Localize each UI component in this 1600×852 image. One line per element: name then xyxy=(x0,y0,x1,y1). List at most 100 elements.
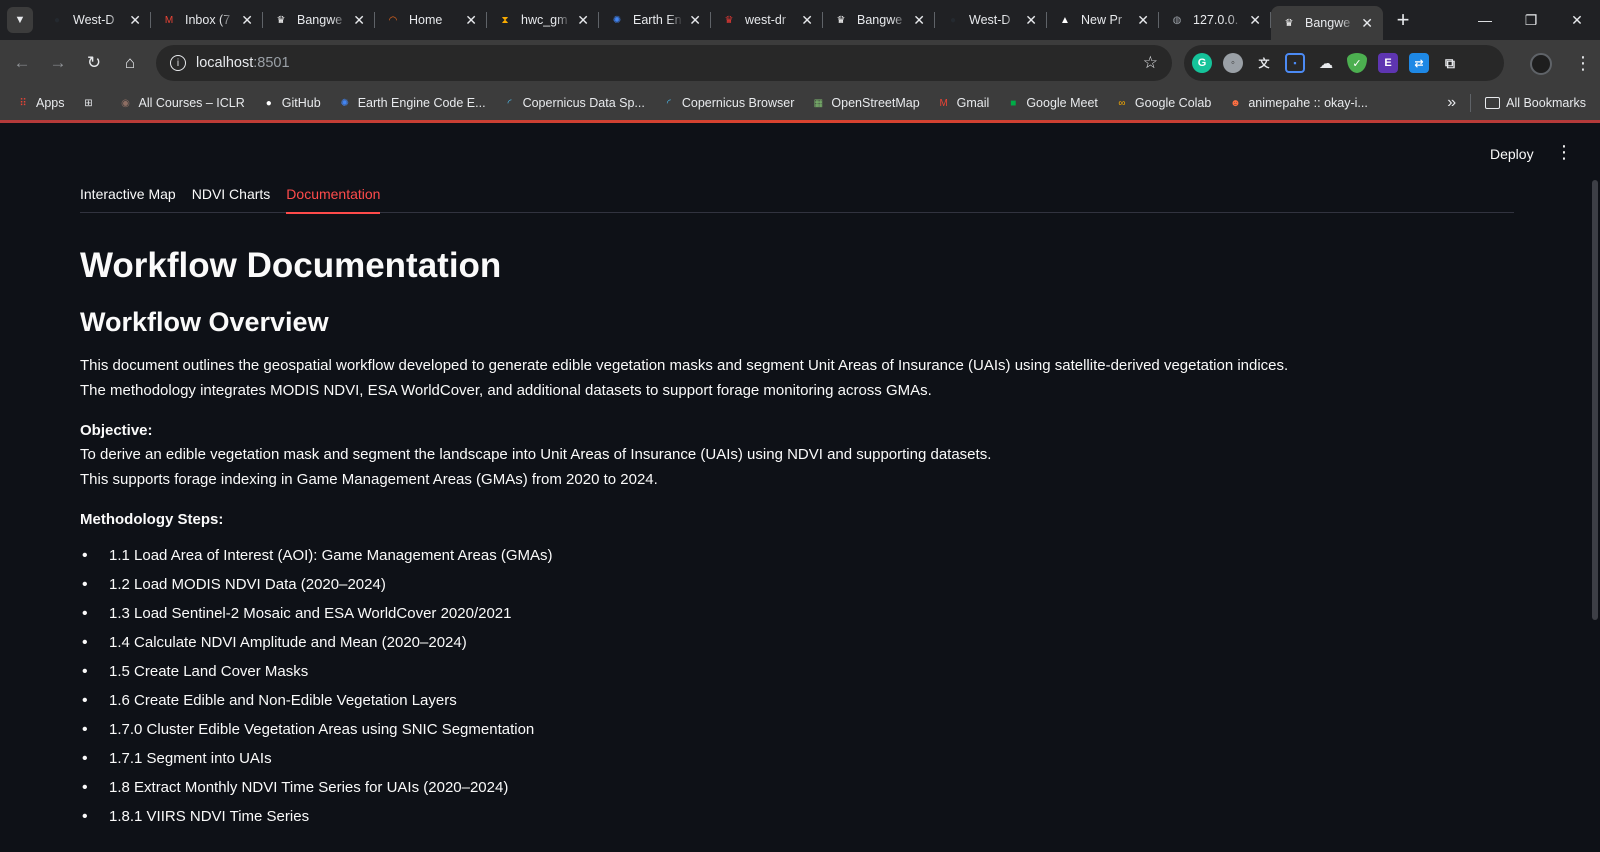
intro-paragraph: This document outlines the geospatial wo… xyxy=(80,354,1480,403)
crown-icon: ♛ xyxy=(276,14,286,26)
browser-tab[interactable]: ▲ New Pr ✕ xyxy=(1047,0,1159,40)
all-bookmarks-label: All Bookmarks xyxy=(1506,96,1586,110)
github-icon: ● xyxy=(265,97,272,109)
bookmark-list: ⠿ Apps ⊞ ◉ All Courses – ICLR ● GitHub ✺ Earth E… xyxy=(16,96,1385,110)
grammarly-icon[interactable]: G xyxy=(1192,53,1212,73)
methodology-step: 1.7.0 Cluster Edible Vegetation Areas us… xyxy=(80,720,1480,749)
browser-tab[interactable]: ✺ Earth En ✕ xyxy=(599,0,711,40)
url-port: :8501 xyxy=(253,55,290,71)
home-button[interactable]: ⌂ xyxy=(112,45,148,81)
browser-tab[interactable]: ♛ Bangwe ✕ xyxy=(1271,6,1383,40)
close-tab-icon[interactable]: ✕ xyxy=(1025,12,1037,29)
close-window-button[interactable]: ✕ xyxy=(1554,0,1600,40)
app-tab[interactable]: Interactive Map xyxy=(80,182,176,213)
bookmark-item[interactable]: ◜ Copernicus Data Sp... xyxy=(503,96,645,110)
bookmark-item[interactable]: ☻ animepahe :: okay-i... xyxy=(1228,96,1368,110)
earth-engine-icon: ✺ xyxy=(612,14,622,26)
picture-in-picture-icon[interactable]: ▪ xyxy=(1285,53,1305,73)
steps-label: Methodology Steps: xyxy=(80,511,224,528)
minimize-button[interactable]: — xyxy=(1462,0,1508,40)
app-menu-icon[interactable]: ⋮ xyxy=(1555,143,1573,161)
plus-icon: + xyxy=(1396,7,1410,32)
apps-grid-icon: ⠿ xyxy=(19,97,27,109)
bookmark-item[interactable]: ∞ Google Colab xyxy=(1115,96,1211,110)
close-tab-icon[interactable]: ✕ xyxy=(1137,12,1149,29)
bookmark-star-icon[interactable]: ☆ xyxy=(1143,53,1158,73)
tab-title: Inbox (7 xyxy=(185,13,231,27)
profile-avatar[interactable] xyxy=(1530,53,1552,75)
translate-icon[interactable]: 文 xyxy=(1254,53,1274,73)
intro-line: This document outlines the geospatial wo… xyxy=(80,357,1289,374)
crown-icon: ♛ xyxy=(836,14,846,26)
tab-title: Earth En xyxy=(633,13,682,27)
close-tab-icon[interactable]: ✕ xyxy=(1249,12,1261,29)
tab-title: Bangwe xyxy=(857,13,903,27)
bookmark-item[interactable]: ■ Google Meet xyxy=(1006,96,1098,110)
browser-tab[interactable]: ♛ Bangwe ✕ xyxy=(263,0,375,40)
address-bar[interactable]: i localhost:8501 ☆ xyxy=(156,45,1172,81)
close-tab-icon[interactable]: ✕ xyxy=(913,12,925,29)
methodology-step: 1.8.1 VIIRS NDVI Time Series xyxy=(80,807,1480,836)
close-tab-icon[interactable]: ✕ xyxy=(129,12,141,29)
more-bookmarks-icon[interactable]: » xyxy=(1447,94,1456,112)
bookmark-item[interactable]: ◉ All Courses – ICLR xyxy=(119,96,245,110)
browser-tab[interactable]: ♛ west-dr ✕ xyxy=(711,0,823,40)
browser-menu-icon[interactable]: ⋮ xyxy=(1574,53,1592,73)
browser-tab[interactable]: M Inbox (7 ✕ xyxy=(151,0,263,40)
crown-icon: ♛ xyxy=(1284,17,1294,29)
bookmarks-bar: ⠿ Apps ⊞ ◉ All Courses – ICLR ● GitHub ✺ Earth E… xyxy=(0,86,1600,120)
deploy-button[interactable]: Deploy xyxy=(1490,146,1534,162)
extensions-puzzle-icon[interactable]: ⧉ xyxy=(1440,53,1460,73)
close-tab-icon[interactable]: ✕ xyxy=(1361,15,1373,32)
browser-tab[interactable]: ♛ Bangwe ✕ xyxy=(823,0,935,40)
close-tab-icon[interactable]: ✕ xyxy=(577,12,589,29)
site-info-icon[interactable]: i xyxy=(170,55,186,71)
close-tab-icon[interactable]: ✕ xyxy=(353,12,365,29)
bookmark-item[interactable]: ⊞ xyxy=(82,96,102,110)
browser-tab[interactable]: ● West-D ✕ xyxy=(935,0,1047,40)
bookmark-label: Gmail xyxy=(956,96,990,110)
browser-tab[interactable]: ◍ 127.0.0. ✕ xyxy=(1159,0,1271,40)
bookmark-item[interactable]: ⠿ Apps xyxy=(16,96,64,110)
forward-button[interactable]: → xyxy=(40,45,76,81)
extension-gray-icon[interactable]: ◦ xyxy=(1223,53,1243,73)
app-tab[interactable]: NDVI Charts xyxy=(192,182,271,213)
extension-blue-icon[interactable]: ⇄ xyxy=(1409,53,1429,73)
bookmark-item[interactable]: M Gmail xyxy=(937,96,990,110)
tab-list: ● West-D ✕ M Inbox (7 ✕ ♛ Bangwe ✕ ◠ Home ✕ ⧗ hwc_gm ✕… xyxy=(39,0,1383,40)
browser-tab[interactable]: ◠ Home ✕ xyxy=(375,0,487,40)
close-tab-icon[interactable]: ✕ xyxy=(465,12,477,29)
bookmark-item[interactable]: ◜ Copernicus Browser xyxy=(662,96,794,110)
methodology-step: 1.7.1 Segment into UAIs xyxy=(80,749,1480,778)
back-button[interactable]: ← xyxy=(4,45,40,81)
restore-button[interactable]: ❐ xyxy=(1508,0,1554,40)
puzzle-cloud-icon[interactable]: ☁ xyxy=(1316,53,1336,73)
globe-icon: ◍ xyxy=(1172,14,1182,26)
objective-label: Objective: xyxy=(80,422,153,439)
colab-icon: ∞ xyxy=(1118,97,1126,109)
bookmark-label: OpenStreetMap xyxy=(831,96,920,110)
objective-line: This supports forage indexing in Game Ma… xyxy=(80,470,658,488)
new-tab-button[interactable]: + xyxy=(1389,6,1417,34)
home-icon: ⌂ xyxy=(124,53,136,72)
reload-button[interactable]: ↻ xyxy=(76,45,112,81)
app-tab[interactable]: Documentation xyxy=(286,182,381,214)
tab-groups-icon: ⊞ xyxy=(84,97,93,109)
bookmark-label: Google Colab xyxy=(1134,96,1212,110)
browser-tab[interactable]: ⧗ hwc_gm ✕ xyxy=(487,0,599,40)
scrollbar-thumb[interactable] xyxy=(1592,180,1598,620)
methodology-steps-list: 1.1 Load Area of Interest (AOI): Game Ma… xyxy=(80,546,1480,836)
tab-title: hwc_gm xyxy=(521,13,568,27)
tab-search-button[interactable]: ▼ xyxy=(7,7,33,33)
all-bookmarks-button[interactable]: All Bookmarks xyxy=(1485,96,1586,110)
shield-icon[interactable]: ✓ xyxy=(1347,53,1367,73)
close-tab-icon[interactable]: ✕ xyxy=(801,12,813,29)
close-tab-icon[interactable]: ✕ xyxy=(241,12,253,29)
bookmark-item[interactable]: ▦ OpenStreetMap xyxy=(811,96,920,110)
close-tab-icon[interactable]: ✕ xyxy=(689,12,701,29)
browser-tab[interactable]: ● West-D ✕ xyxy=(39,0,151,40)
app-viewport: Deploy ⋮ Interactive Map NDVI Charts Docum… xyxy=(0,120,1600,852)
extension-e-icon[interactable]: E xyxy=(1378,53,1398,73)
bookmark-item[interactable]: ✺ Earth Engine Code E... xyxy=(338,96,486,110)
bookmark-item[interactable]: ● GitHub xyxy=(262,96,321,110)
